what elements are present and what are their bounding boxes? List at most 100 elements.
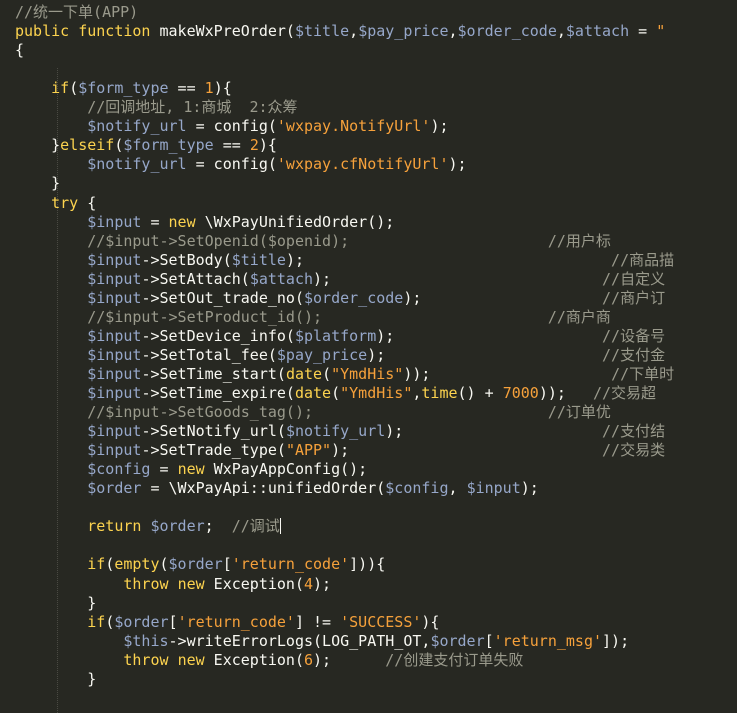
code-token: $form_type [123,136,214,155]
code-token: } [15,669,97,688]
code-token: $input [87,269,142,288]
code-token: date [285,364,323,383]
code-token: $config [87,460,151,479]
code-editor[interactable]: //统一下单(APP) public function makeWxPreOrde… [0,0,737,713]
code-token: 2 [249,136,259,155]
code-comment: //商品描 [611,250,675,269]
code-token: $input [87,422,142,441]
code-token: )); [538,384,566,402]
code-token: if [87,555,106,574]
code-token: == [213,136,250,155]
code-token: ); [385,422,404,441]
code-line: $input->SetTime_expire(date("YmdHis",tim… [15,384,656,403]
code-line: $notify_url = config('wxpay.cfNotifyUrl'… [15,155,467,174]
code-token: = config( [186,155,277,174]
code-token: return [87,517,142,536]
code-token: ->SetDevice_info( [141,326,295,345]
code-token: ); [520,479,539,498]
code-token: throw [123,574,169,593]
code-token: $input [87,250,142,269]
code-comment: //调试 [231,517,280,536]
code-comment: //$input->SetProduct_id(); [87,307,323,326]
code-line: $input->SetTime_start(date("YmdHis")); /… [15,365,674,384]
code-token: $order_code [304,288,404,307]
code-line: if($form_type == 1){ [15,79,232,98]
code-token: [ [484,631,494,650]
code-token: ( [322,364,332,383]
code-token: $title [294,22,350,41]
code-comment: //商户订 [602,288,666,307]
code-token: $order [150,517,205,536]
code-token: \WxPayUnifiedOrder(); [195,212,395,231]
code-token: ( [69,79,79,98]
code-token: ); [331,441,350,460]
code-token: function [78,22,151,41]
code-token: ])){ [349,555,386,574]
code-token: public [15,22,70,41]
code-token: $input [466,479,521,498]
code-token: ); [448,155,467,174]
code-line: }elseif($form_type == 2){ [15,136,277,155]
code-comment: //自定义 [602,269,666,288]
code-token: ); [376,326,395,345]
code-token: [ [222,555,232,574]
code-line: throw new Exception(6); //创建支付订单失败 [15,651,523,670]
code-line: $input = new \WxPayUnifiedOrder(); [15,213,394,232]
code-comment: //商户商 [547,307,611,326]
code-token: = [150,460,178,479]
code-line: try { [15,194,96,213]
code-line: //回调地址, 1:商城 2:众筹 [15,98,297,117]
code-line: } [15,594,96,613]
code-line: $notify_url = config('wxpay.NotifyUrl'); [15,117,448,136]
code-comment: //$input->SetGoods_tag(); [87,403,314,422]
code-token: 'return_code' [231,555,350,574]
code-token: " [656,22,666,41]
code-token: $this [123,631,169,650]
code-line: $input->SetTrade_type("APP"); //交易类 [15,441,665,460]
code-token: $input [87,326,142,345]
code-comment: //统一下单(APP) [15,3,139,21]
code-token: "YmdHis" [331,364,404,383]
code-comment: //用户标 [547,231,611,250]
code-line: $config = new WxPayAppConfig(); [15,460,367,479]
code-token: $input [87,288,142,307]
code-token: new [177,460,205,479]
code-token: "APP" [285,441,332,460]
code-token: = [141,212,169,231]
code-token: , [448,22,458,41]
code-token: $input [87,212,142,231]
code-token: = [629,22,657,41]
code-token: empty [114,555,160,574]
code-token: ->SetNotify_url( [141,422,286,441]
code-token: ; [204,517,232,536]
code-token: ->SetTime_expire( [141,384,295,402]
code-token: new [177,650,205,669]
code-token: $order [114,612,169,631]
code-token: ]); [602,631,630,650]
code-token: } [15,174,61,193]
code-token: == [168,79,205,98]
code-token: 1 [204,79,214,98]
code-token: WxPayAppConfig(); [204,460,368,479]
code-token: = \WxPayApi::unifiedOrder( [141,479,386,498]
